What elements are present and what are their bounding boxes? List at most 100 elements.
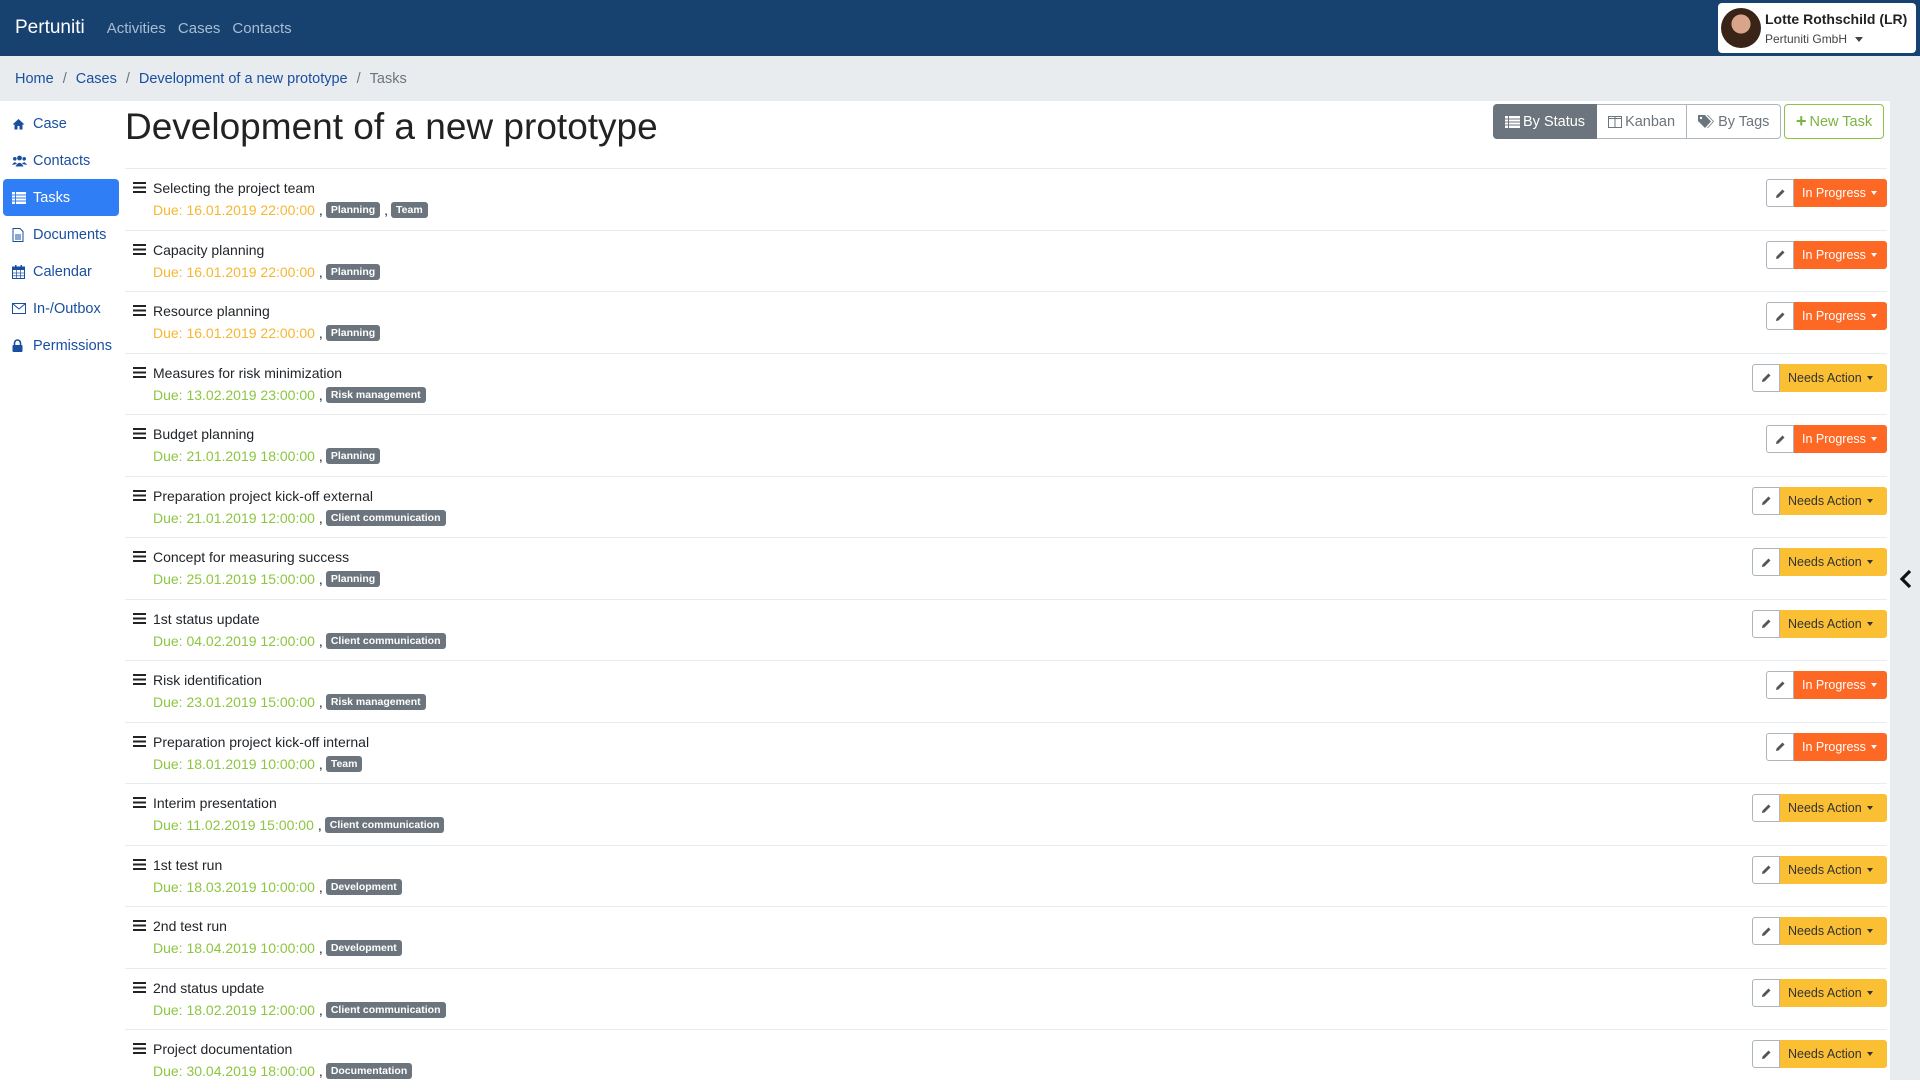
drag-handle-icon[interactable] bbox=[133, 551, 146, 562]
task-row[interactable]: Preparation project kick-off internal Du… bbox=[125, 721, 1887, 784]
sidebar-item-tasks[interactable]: Tasks bbox=[3, 179, 119, 216]
task-row[interactable]: Selecting the project team Due: 16.01.20… bbox=[125, 168, 1887, 230]
status-dropdown[interactable]: Needs Action bbox=[1780, 1040, 1887, 1068]
new-task-button[interactable]: + New Task bbox=[1784, 104, 1885, 139]
tag-badge[interactable]: Client communication bbox=[324, 817, 445, 833]
status-dropdown[interactable]: Needs Action bbox=[1780, 548, 1887, 576]
tag-badge[interactable]: Planning bbox=[325, 325, 381, 341]
tag-badge[interactable]: Team bbox=[325, 755, 363, 772]
sidebar-item-documents[interactable]: Documents bbox=[3, 216, 119, 253]
task-title[interactable]: 1st test run bbox=[153, 857, 222, 873]
drag-handle-icon[interactable] bbox=[133, 674, 146, 685]
edit-task-button[interactable] bbox=[1752, 363, 1780, 392]
nav-contacts[interactable]: Contacts bbox=[232, 20, 291, 37]
edit-task-button[interactable] bbox=[1752, 548, 1780, 576]
task-row[interactable]: Risk identification Due: 23.01.2019 15:0… bbox=[125, 660, 1887, 722]
task-title[interactable]: Preparation project kick-off external bbox=[153, 488, 373, 504]
task-row[interactable]: Project documentation Due: 30.04.2019 18… bbox=[125, 1029, 1887, 1091]
tag-badge[interactable]: Documentation bbox=[325, 1063, 413, 1079]
status-dropdown[interactable]: Needs Action bbox=[1780, 917, 1887, 945]
drag-handle-icon[interactable] bbox=[133, 305, 146, 316]
edit-task-button[interactable] bbox=[1752, 855, 1780, 884]
edit-task-button[interactable] bbox=[1752, 917, 1780, 945]
status-dropdown[interactable]: In Progress bbox=[1794, 425, 1887, 453]
task-title[interactable]: 2nd test run bbox=[153, 918, 227, 934]
status-dropdown[interactable]: In Progress bbox=[1794, 240, 1887, 269]
status-dropdown[interactable]: In Progress bbox=[1794, 302, 1887, 330]
tag-badge[interactable]: Planning bbox=[325, 202, 381, 218]
breadcrumb-case[interactable]: Development of a new prototype bbox=[139, 71, 348, 87]
status-dropdown[interactable]: Needs Action bbox=[1780, 486, 1887, 515]
drag-handle-icon[interactable] bbox=[133, 243, 146, 255]
drag-handle-icon[interactable] bbox=[133, 366, 146, 378]
view-by-tags-button[interactable]: By Tags bbox=[1687, 104, 1782, 139]
task-row[interactable]: Preparation project kick-off external Du… bbox=[125, 475, 1887, 538]
task-title[interactable]: Interim presentation bbox=[153, 795, 277, 811]
view-kanban-button[interactable]: Kanban bbox=[1597, 104, 1688, 139]
drag-handle-icon[interactable] bbox=[133, 612, 146, 624]
task-row[interactable]: Resource planning Due: 16.01.2019 22:00:… bbox=[125, 291, 1887, 353]
drag-handle-icon[interactable] bbox=[133, 1043, 146, 1054]
task-title[interactable]: Concept for measuring success bbox=[153, 549, 349, 565]
tag-badge[interactable]: Development bbox=[325, 940, 402, 956]
drag-handle-icon[interactable] bbox=[133, 489, 146, 501]
task-title[interactable]: Selecting the project team bbox=[153, 180, 315, 196]
task-title[interactable]: Measures for risk minimization bbox=[153, 365, 342, 381]
task-row[interactable]: 2nd status update Due: 18.02.2019 12:00:… bbox=[125, 967, 1887, 1030]
edit-task-button[interactable] bbox=[1766, 179, 1794, 207]
drag-handle-icon[interactable] bbox=[133, 858, 146, 870]
task-row[interactable]: Concept for measuring success Due: 25.01… bbox=[125, 537, 1887, 599]
tag-badge[interactable]: Risk management bbox=[325, 694, 426, 710]
edit-task-button[interactable] bbox=[1766, 240, 1794, 269]
task-row[interactable]: Budget planning Due: 21.01.2019 18:00:00… bbox=[125, 414, 1887, 476]
status-dropdown[interactable]: Needs Action bbox=[1780, 855, 1887, 884]
status-dropdown[interactable]: In Progress bbox=[1794, 179, 1887, 207]
task-title[interactable]: Project documentation bbox=[153, 1041, 292, 1057]
tag-badge[interactable]: Client communication bbox=[325, 632, 446, 649]
status-dropdown[interactable]: Needs Action bbox=[1780, 609, 1887, 638]
task-title[interactable]: 1st status update bbox=[153, 611, 260, 627]
task-title[interactable]: Capacity planning bbox=[153, 242, 264, 258]
edit-task-button[interactable] bbox=[1752, 1040, 1780, 1068]
sidebar-item-calendar[interactable]: Calendar bbox=[3, 253, 119, 290]
drag-handle-icon[interactable] bbox=[133, 981, 146, 993]
breadcrumb-cases[interactable]: Cases bbox=[76, 71, 117, 87]
tag-badge[interactable]: Development bbox=[325, 878, 402, 895]
task-row[interactable]: Measures for risk minimization Due: 13.0… bbox=[125, 352, 1887, 415]
nav-activities[interactable]: Activities bbox=[107, 20, 166, 37]
user-menu[interactable]: Lotte Rothschild (LR) Pertuniti GmbH bbox=[1718, 3, 1916, 53]
task-title[interactable]: 2nd status update bbox=[153, 980, 264, 996]
brand-logo[interactable]: Pertuniti bbox=[15, 17, 85, 39]
tag-badge[interactable]: Client communication bbox=[325, 509, 446, 526]
edit-task-button[interactable] bbox=[1752, 794, 1780, 822]
task-row[interactable]: 1st status update Due: 04.02.2019 12:00:… bbox=[125, 598, 1887, 661]
edit-task-button[interactable] bbox=[1752, 609, 1780, 638]
edit-task-button[interactable] bbox=[1766, 671, 1794, 699]
drag-handle-icon[interactable] bbox=[133, 428, 146, 439]
sidebar-item-contacts[interactable]: Contacts bbox=[3, 142, 119, 179]
breadcrumb-home[interactable]: Home bbox=[15, 71, 54, 87]
task-row[interactable]: Interim presentation Due: 11.02.2019 15:… bbox=[125, 783, 1887, 845]
nav-cases[interactable]: Cases bbox=[178, 20, 221, 37]
status-dropdown[interactable]: In Progress bbox=[1794, 732, 1887, 761]
edit-task-button[interactable] bbox=[1752, 978, 1780, 1007]
view-by-status-button[interactable]: By Status bbox=[1493, 104, 1598, 139]
status-dropdown[interactable]: In Progress bbox=[1794, 671, 1887, 699]
sidebar-item-inbox[interactable]: In-/Outbox bbox=[3, 290, 119, 327]
tag-badge[interactable]: Planning bbox=[325, 448, 381, 464]
drag-handle-icon[interactable] bbox=[133, 182, 146, 193]
task-row[interactable]: Capacity planning Due: 16.01.2019 22:00:… bbox=[125, 229, 1887, 292]
tag-badge[interactable]: Team bbox=[391, 202, 428, 218]
status-dropdown[interactable]: Needs Action bbox=[1780, 794, 1887, 822]
sidebar-item-permissions[interactable]: Permissions bbox=[3, 327, 119, 364]
status-dropdown[interactable]: Needs Action bbox=[1780, 978, 1887, 1007]
status-dropdown[interactable]: Needs Action bbox=[1780, 363, 1887, 392]
edit-task-button[interactable] bbox=[1766, 425, 1794, 453]
sidebar-item-case[interactable]: Case bbox=[3, 105, 119, 142]
edit-task-button[interactable] bbox=[1752, 486, 1780, 515]
edit-task-button[interactable] bbox=[1766, 732, 1794, 761]
edit-task-button[interactable] bbox=[1766, 302, 1794, 330]
task-title[interactable]: Risk identification bbox=[153, 672, 262, 688]
tag-badge[interactable]: Planning bbox=[325, 571, 381, 587]
task-title[interactable]: Resource planning bbox=[153, 303, 270, 319]
